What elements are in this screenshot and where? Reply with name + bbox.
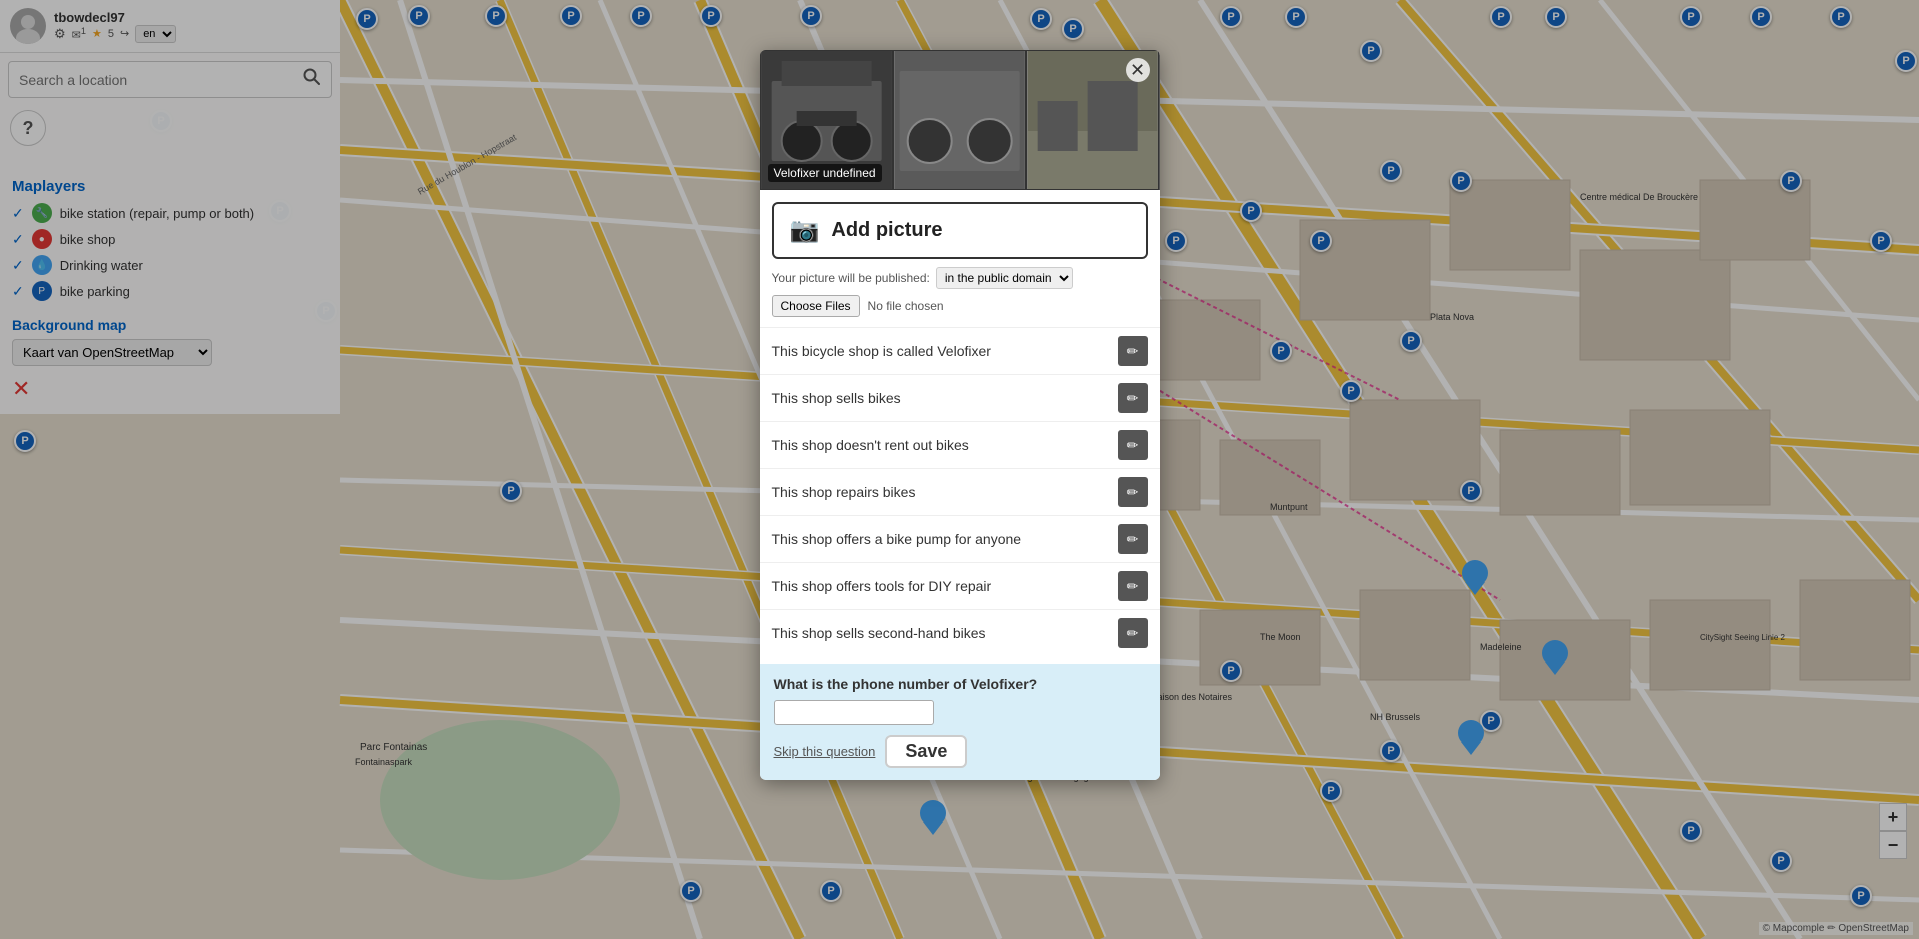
edit-fact-tools[interactable]: ✏ (1118, 571, 1148, 601)
edit-fact-pump[interactable]: ✏ (1118, 524, 1148, 554)
photo-cell-2 (893, 50, 1026, 190)
fact-item-secondhand: This shop sells second-hand bikes ✏ (760, 609, 1160, 656)
fact-text-secondhand: This shop sells second-hand bikes (772, 625, 1108, 641)
fact-text-pump: This shop offers a bike pump for anyone (772, 531, 1108, 547)
file-input-row: Choose Files No file chosen (760, 295, 1160, 327)
modal-close-button[interactable]: ✕ (1126, 58, 1150, 82)
fact-text-sells: This shop sells bikes (772, 390, 1108, 406)
publish-row: Your picture will be published: in the p… (760, 267, 1160, 295)
fact-item-sells: This shop sells bikes ✏ (760, 374, 1160, 421)
fact-text-name: This bicycle shop is called Velofixer (772, 343, 1108, 359)
add-picture-label: Add picture (831, 219, 942, 242)
skip-question-button[interactable]: Skip this question (774, 744, 876, 759)
phone-question-label: What is the phone number of Velofixer? (774, 676, 1146, 692)
fact-item-pump: This shop offers a bike pump for anyone … (760, 515, 1160, 562)
phone-question-section: What is the phone number of Velofixer? S… (760, 664, 1160, 780)
fact-item-repairs: This shop repairs bikes ✏ (760, 468, 1160, 515)
no-file-text: No file chosen (868, 299, 944, 313)
edit-fact-no-rent[interactable]: ✏ (1118, 430, 1148, 460)
shop-photos: Velofixer undefined (760, 50, 1160, 190)
add-picture-button[interactable]: 📷 Add picture (772, 202, 1148, 259)
fact-text-tools: This shop offers tools for DIY repair (772, 578, 1108, 594)
modal-body: 📷 Add picture Your picture will be publi… (760, 190, 1160, 780)
fact-text-no-rent: This shop doesn't rent out bikes (772, 437, 1108, 453)
fact-text-repairs: This shop repairs bikes (772, 484, 1108, 500)
phone-input[interactable] (774, 700, 934, 725)
phone-actions: Skip this question Save (774, 735, 1146, 768)
publish-prefix: Your picture will be published: (772, 271, 930, 285)
fact-item-tools: This shop offers tools for DIY repair ✏ (760, 562, 1160, 609)
save-button[interactable]: Save (885, 735, 967, 768)
publish-select[interactable]: in the public domain under CC-BY-SA unde… (936, 267, 1073, 289)
camera-icon: 📷 (790, 216, 820, 245)
shop-photo-label: Velofixer undefined (768, 164, 882, 182)
choose-files-button[interactable]: Choose Files (772, 295, 860, 317)
edit-fact-sells[interactable]: ✏ (1118, 383, 1148, 413)
fact-item-name: This bicycle shop is called Velofixer ✏ (760, 327, 1160, 374)
facts-list: This bicycle shop is called Velofixer ✏ … (760, 327, 1160, 656)
shop-modal: ✕ (760, 50, 1160, 780)
fact-item-no-rent: This shop doesn't rent out bikes ✏ (760, 421, 1160, 468)
modal-overlay: ✕ (0, 0, 1919, 939)
edit-fact-name[interactable]: ✏ (1118, 336, 1148, 366)
edit-fact-secondhand[interactable]: ✏ (1118, 618, 1148, 648)
edit-fact-repairs[interactable]: ✏ (1118, 477, 1148, 507)
